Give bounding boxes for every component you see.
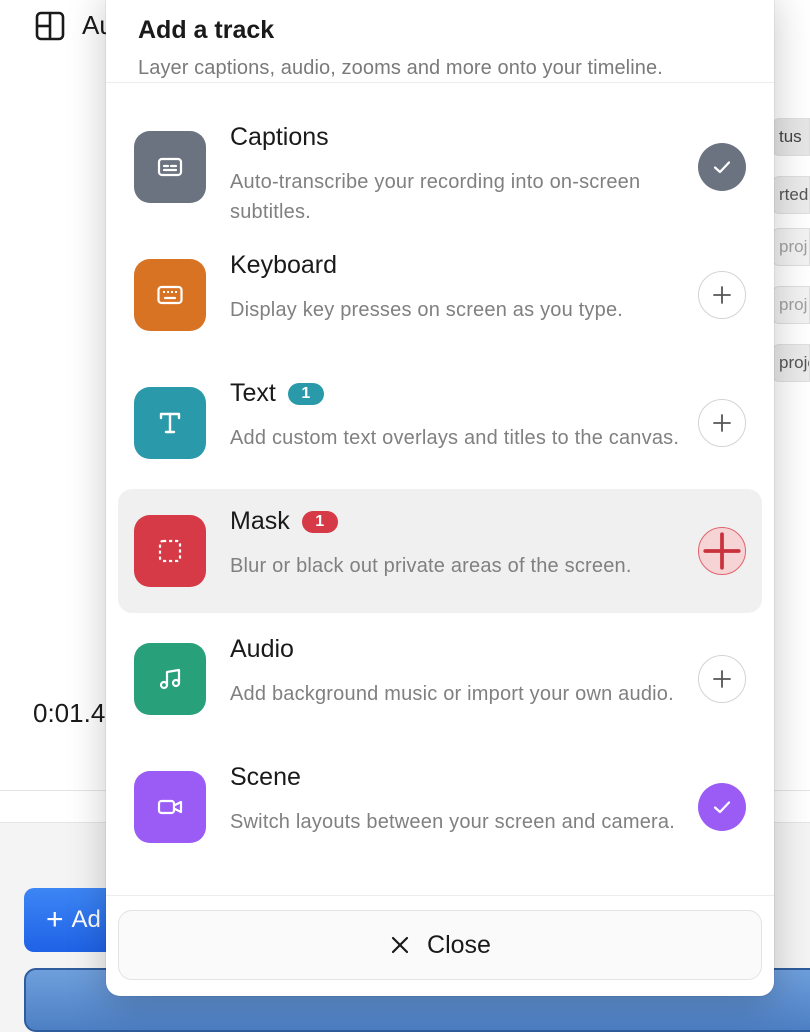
track-description: Display key presses on screen as you typ… <box>230 299 624 321</box>
project-chip: proj <box>770 286 810 324</box>
track-name: Scene <box>230 763 301 791</box>
text-icon <box>134 387 206 459</box>
layout-grid-icon[interactable] <box>34 10 66 42</box>
project-chip: proj <box>770 228 810 266</box>
add-track-toggle[interactable] <box>698 399 746 447</box>
add-track-toggle[interactable] <box>698 655 746 703</box>
captions-icon <box>134 131 206 203</box>
track-item-keyboard[interactable]: Keyboard Display key presses on screen a… <box>118 233 762 357</box>
mask-icon <box>134 515 206 587</box>
dialog-title: Add a track <box>138 16 275 44</box>
dialog-subtitle: Layer captions, audio, zooms and more on… <box>138 57 663 79</box>
plus-icon: + <box>46 903 64 936</box>
camera-icon <box>134 771 206 843</box>
track-name: Text 1 <box>230 379 324 408</box>
close-icon <box>391 936 409 954</box>
keyboard-icon <box>134 259 206 331</box>
check-icon <box>713 161 731 174</box>
plus-icon <box>703 532 741 570</box>
count-badge: 1 <box>301 510 338 533</box>
track-name: Captions <box>230 123 329 151</box>
plus-icon <box>713 670 731 688</box>
track-item-audio[interactable]: Audio Add background music or import you… <box>118 617 762 741</box>
track-description: Add background music or import your own … <box>230 683 674 705</box>
project-chip: proje <box>770 344 810 382</box>
status-chip: rted <box>770 176 810 214</box>
dialog-footer: Close <box>106 895 774 996</box>
plus-icon <box>713 414 731 432</box>
added-check-button[interactable] <box>698 143 746 191</box>
add-track-toggle[interactable] <box>698 271 746 319</box>
track-description: Auto-transcribe your recording into on-s… <box>230 171 641 223</box>
music-icon <box>134 643 206 715</box>
count-badge: 1 <box>287 382 324 405</box>
track-item-scene[interactable]: Scene Switch layouts between your screen… <box>118 745 762 869</box>
track-item-mask[interactable]: Mask 1 Blur or black out private areas of… <box>118 489 762 613</box>
track-name: Audio <box>230 635 294 663</box>
close-button[interactable]: Close <box>118 910 762 980</box>
add-track-toggle[interactable] <box>698 527 746 575</box>
add-track-dialog: Add a track Layer captions, audio, zooms… <box>106 0 774 996</box>
track-name: Mask 1 <box>230 507 338 536</box>
dialog-header: Add a track Layer captions, audio, zooms… <box>106 0 774 83</box>
track-description: Blur or black out private areas of the s… <box>230 555 632 577</box>
add-track-label: Ad <box>71 906 101 933</box>
track-item-captions[interactable]: Captions Auto-transcribe your recording … <box>118 105 762 229</box>
check-icon <box>713 801 731 814</box>
close-label: Close <box>427 930 491 959</box>
track-item-text[interactable]: Text 1 Add custom text overlays and title… <box>118 361 762 485</box>
track-name: Keyboard <box>230 251 338 279</box>
added-check-button[interactable] <box>698 783 746 831</box>
playhead-time: 0:01.4 <box>33 698 106 728</box>
status-chip: tus <box>770 118 810 156</box>
track-description: Switch layouts between your screen and c… <box>230 811 675 833</box>
track-description: Add custom text overlays and titles to t… <box>230 427 680 449</box>
plus-icon <box>713 286 731 304</box>
